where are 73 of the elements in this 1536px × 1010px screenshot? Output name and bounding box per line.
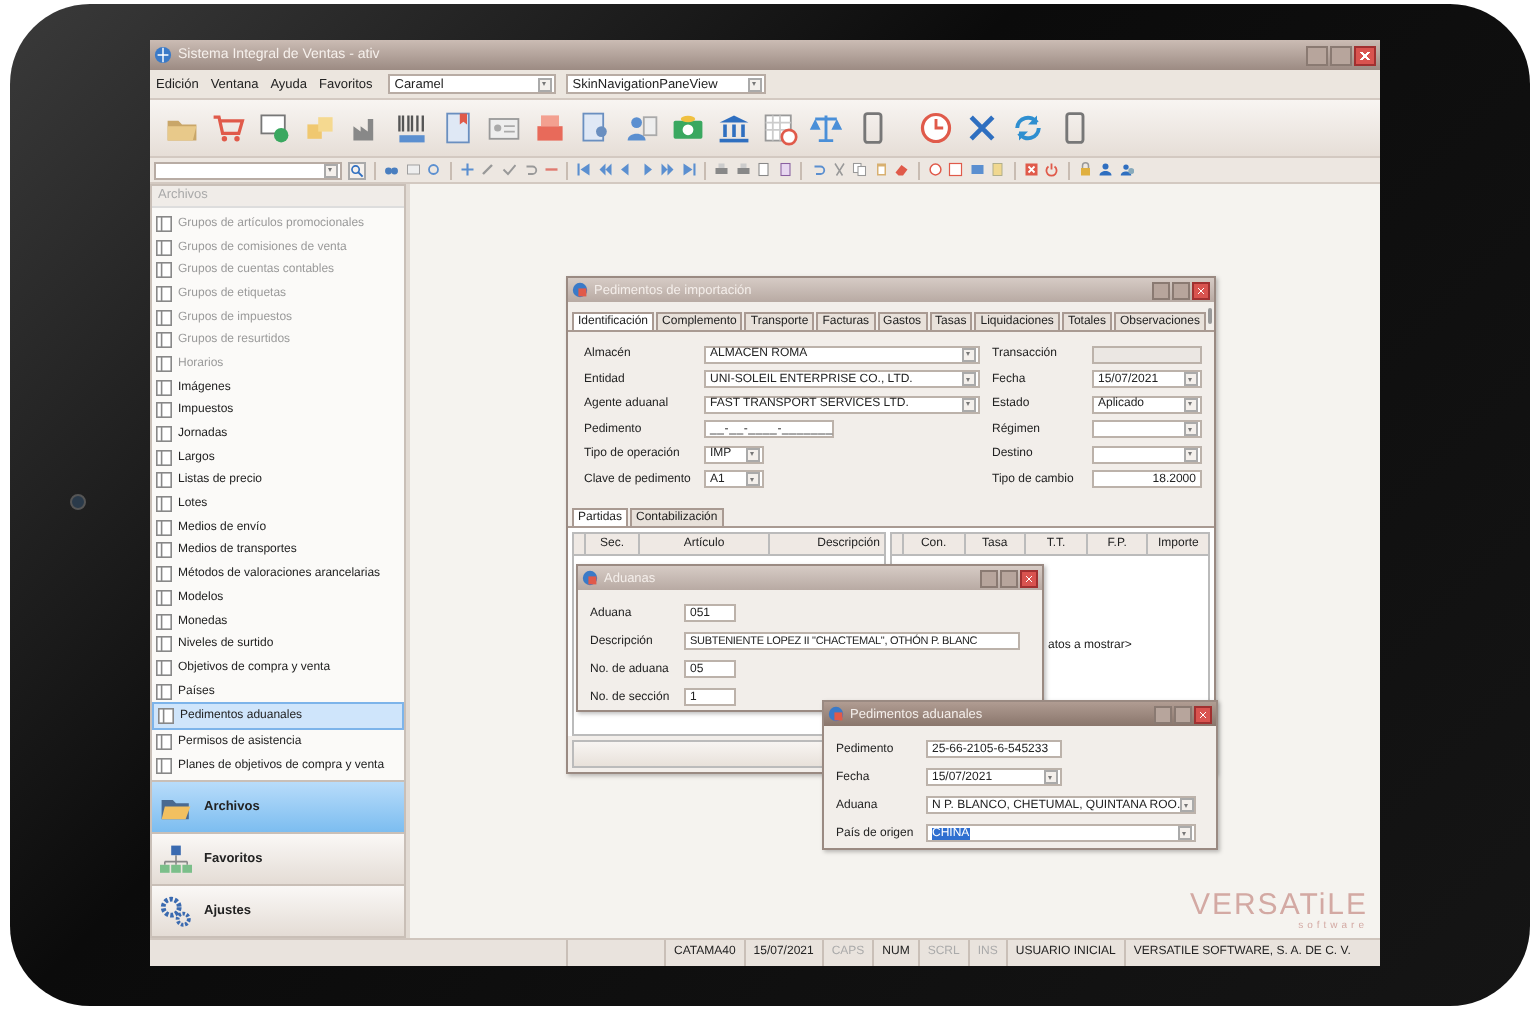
search-dropdown[interactable] <box>154 161 342 179</box>
hierarchy-icon <box>160 843 192 875</box>
power-icon[interactable] <box>1044 162 1059 178</box>
search-button[interactable] <box>348 161 366 179</box>
dropdown-field[interactable] <box>1092 445 1202 463</box>
table-icon <box>156 309 172 326</box>
clipboard-icon[interactable] <box>990 162 1005 178</box>
binoculars-icon[interactable] <box>384 162 399 178</box>
close-button[interactable] <box>1354 45 1376 65</box>
minimize-button[interactable] <box>980 569 998 587</box>
barcode-icon[interactable] <box>394 110 430 146</box>
document-icon[interactable] <box>440 110 476 146</box>
table-icon <box>156 262 172 279</box>
scale-icon[interactable] <box>808 110 844 146</box>
contacts-icon[interactable] <box>624 110 660 146</box>
document-check-icon[interactable] <box>256 110 292 146</box>
user-icon[interactable] <box>1098 162 1113 178</box>
input-field[interactable] <box>1092 345 1202 363</box>
table-icon <box>156 215 172 232</box>
cart-icon[interactable] <box>210 110 246 146</box>
previous-icon[interactable] <box>618 162 633 178</box>
fast-forward-icon[interactable] <box>660 162 675 178</box>
logo-wordmark: VERSATiLE <box>1189 890 1368 920</box>
lock-icon[interactable] <box>1077 162 1092 178</box>
gears-icon <box>160 895 192 927</box>
printer-icon[interactable] <box>735 162 750 178</box>
close-button[interactable] <box>1194 705 1212 723</box>
table-icon <box>156 379 172 396</box>
table-icon <box>156 683 172 700</box>
plus-icon[interactable] <box>459 162 474 178</box>
table-icon <box>156 542 172 559</box>
table-icon <box>156 402 172 419</box>
minimize-button[interactable] <box>1152 281 1170 299</box>
minimize-button[interactable] <box>1154 705 1172 723</box>
table-icon <box>156 519 172 536</box>
scissors-icon[interactable] <box>831 162 846 178</box>
table-icon <box>156 636 172 653</box>
users-icon[interactable] <box>1119 162 1134 178</box>
table-icon <box>156 449 172 466</box>
undo-icon[interactable] <box>522 162 537 178</box>
camera-lens <box>70 494 86 510</box>
last-icon[interactable] <box>681 162 696 178</box>
rewind-icon[interactable] <box>597 162 612 178</box>
table-icon <box>156 613 172 630</box>
printer-icon[interactable] <box>714 162 729 178</box>
bank-icon[interactable] <box>716 110 752 146</box>
table-icon <box>156 472 172 489</box>
next-icon[interactable] <box>639 162 654 178</box>
table-icon <box>156 589 172 606</box>
table-icon <box>156 285 172 302</box>
cash-register-icon[interactable] <box>532 110 568 146</box>
minimize-button[interactable] <box>1306 45 1328 65</box>
check-icon[interactable] <box>501 162 516 178</box>
close-icon[interactable] <box>1023 162 1038 178</box>
table-icon <box>156 239 172 256</box>
table-icon <box>156 733 172 750</box>
first-icon[interactable] <box>576 162 591 178</box>
clipboard-icon[interactable] <box>873 162 888 178</box>
close-button[interactable] <box>1192 281 1210 299</box>
table-icon <box>156 566 172 583</box>
copy-icon[interactable] <box>852 162 867 178</box>
eraser-icon[interactable] <box>894 162 909 178</box>
options-button[interactable] <box>1207 308 1212 324</box>
table-icon <box>156 426 172 443</box>
close-button[interactable] <box>1020 569 1038 587</box>
table-icon <box>158 708 174 725</box>
table-icon <box>156 659 172 676</box>
dropdown-field[interactable] <box>1092 420 1202 438</box>
undo-icon[interactable] <box>810 162 825 178</box>
table-icon <box>156 332 172 349</box>
table-icon <box>156 757 172 774</box>
table-icon <box>156 355 172 372</box>
table-icon <box>156 496 172 513</box>
